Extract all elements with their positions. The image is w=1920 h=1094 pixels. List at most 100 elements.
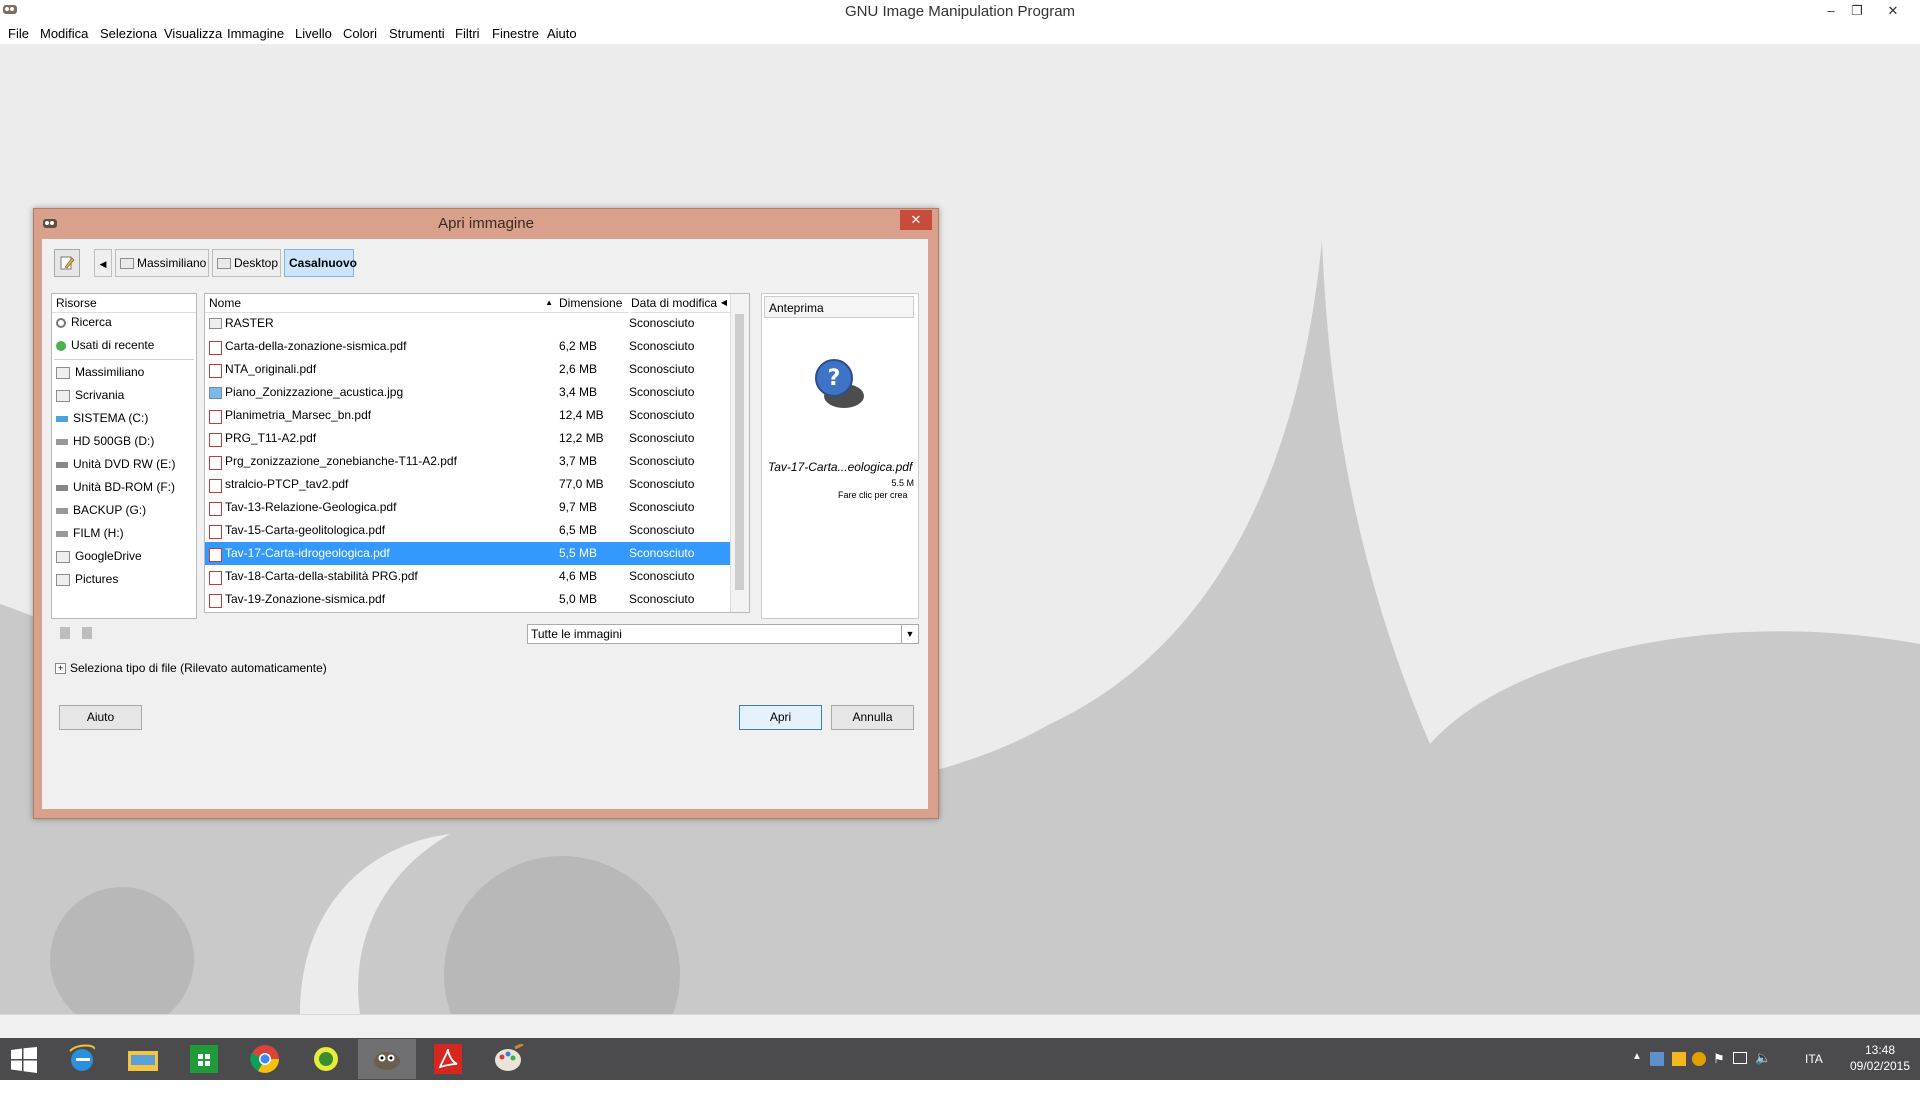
pdf-file-icon (209, 479, 222, 493)
taskbar-paint[interactable] (480, 1039, 538, 1079)
preview-title: Anteprima (764, 296, 914, 318)
taskbar-internet-explorer[interactable] (53, 1039, 111, 1079)
place-film-h[interactable]: FILM (H:) (56, 523, 124, 543)
place-pictures[interactable]: Pictures (56, 569, 118, 589)
file-row[interactable]: PRG_T11-A2.pdf 12,2 MB Sconosciuto (205, 427, 731, 450)
breadcrumb-back-button[interactable]: ◀ (94, 249, 112, 277)
tray-drive-icon[interactable] (1672, 1052, 1686, 1066)
file-row[interactable]: Tav-13-Relazione-Geologica.pdf 9,7 MB Scon… (205, 496, 731, 519)
tray-expand-icon[interactable]: ▲ (1632, 1051, 1642, 1093)
pdf-file-icon (209, 594, 222, 608)
menu-file[interactable]: File (8, 26, 29, 41)
type-location-button[interactable] (54, 249, 80, 277)
file-list-scrollbar[interactable] (730, 294, 749, 612)
file-row[interactable]: Carta-della-zonazione-sismica.pdf 6,2 MB S… (205, 335, 731, 358)
expander-toggle-icon[interactable]: + (55, 663, 66, 674)
place-recent[interactable]: Usati di recente (56, 335, 154, 355)
store-icon (190, 1045, 218, 1073)
menu-aiuto[interactable]: Aiuto (547, 26, 577, 41)
start-button[interactable] (0, 1039, 48, 1079)
drive-icon (56, 415, 68, 422)
file-row[interactable]: Planimetria_Marsec_bn.pdf 12,4 MB Sconosci… (205, 404, 731, 427)
place-sistema-c[interactable]: SISTEMA (C:) (56, 408, 148, 428)
file-row[interactable]: Tav-19-Zonazione-sismica.pdf 5,0 MB Sconos… (205, 588, 731, 611)
file-name: Tav-19-Zonazione-sismica.pdf (225, 592, 386, 606)
network-icon[interactable] (1733, 1052, 1747, 1064)
file-size: 5,0 MB (559, 592, 598, 606)
file-row[interactable]: tavola_11_5000.pdf 6,1 MB Sconosciuto (205, 611, 731, 612)
place-backup-g[interactable]: BACKUP (G:) (56, 500, 146, 520)
file-filter-combo[interactable]: Tutte le immagini ▼ (527, 624, 919, 644)
place-ricerca[interactable]: Ricerca (56, 312, 112, 332)
taskbar-store[interactable] (175, 1039, 233, 1079)
preview-filename: Tav-17-Carta...eologica.pdf (768, 460, 913, 474)
cancel-button[interactable]: Annulla (831, 705, 914, 730)
menu-strumenti[interactable]: Strumenti (389, 26, 445, 41)
input-language[interactable]: ITA (1805, 1052, 1823, 1094)
place-googledrive[interactable]: GoogleDrive (56, 546, 142, 566)
dialog-close-button[interactable]: ✕ (900, 210, 932, 230)
scrollbar-thumb[interactable] (735, 314, 744, 590)
tray-notify-icon[interactable] (1692, 1052, 1706, 1066)
menu-seleziona[interactable]: Seleziona (100, 26, 157, 41)
file-explorer-icon (128, 1051, 158, 1071)
remove-bookmark-icon[interactable] (82, 627, 92, 639)
file-date: Sconosciuto (629, 316, 695, 330)
place-massimiliano[interactable]: Massimiliano (56, 362, 144, 382)
flag-icon[interactable]: ⚑ (1713, 1051, 1725, 1093)
menu-immagine[interactable]: Immagine (227, 26, 284, 41)
file-row[interactable]: RASTER Sconosciuto (205, 312, 731, 335)
taskbar-gimp[interactable] (358, 1039, 416, 1079)
menu-colori[interactable]: Colori (343, 26, 377, 41)
column-date-header[interactable]: Data di modifica ◀ (631, 294, 731, 313)
taskbar-chrome[interactable] (236, 1039, 294, 1079)
menu-finestre[interactable]: Finestre (492, 26, 539, 41)
file-row[interactable]: Tav-18-Carta-della-stabilità PRG.pdf 4,6 … (205, 565, 731, 588)
app-statusbar (0, 1014, 1920, 1039)
file-size: 12,2 MB (559, 431, 604, 445)
breadcrumb-casalnuovo[interactable]: Casalnuovo (284, 249, 357, 277)
menu-modifica[interactable]: Modifica (40, 26, 88, 41)
file-row[interactable]: Tav-17-Carta-idrogeologica.pdf 5,5 MB Scon… (205, 542, 731, 565)
file-date: Sconosciuto (629, 569, 695, 583)
file-row[interactable]: NTA_originali.pdf 2,6 MB Sconosciuto (205, 358, 731, 381)
place-hd-d[interactable]: HD 500GB (D:) (56, 431, 154, 451)
restore-button[interactable]: ❐ (1844, 1, 1870, 21)
edit-location-icon (60, 256, 75, 270)
place-scrivania[interactable]: Scrivania (56, 385, 124, 405)
preview-hint[interactable]: Fare clic per crea (838, 490, 908, 500)
place-bd-f[interactable]: Unità BD-ROM (F:) (56, 477, 175, 497)
file-date: Sconosciuto (629, 500, 695, 514)
file-row[interactable]: Piano_Zonizzazione_acustica.jpg 3,4 MB Sco… (205, 381, 731, 404)
pdf-file-icon (209, 410, 222, 424)
column-size-header[interactable]: Dimensione (559, 294, 629, 313)
open-button[interactable]: Apri (739, 705, 822, 730)
file-row[interactable]: Tav-15-Carta-geolitologica.pdf 6,5 MB Scon… (205, 519, 731, 542)
clock[interactable]: 13:48 09/02/2015 (1844, 1042, 1916, 1084)
tray-app-icon[interactable] (1650, 1052, 1664, 1066)
taskbar-qgis[interactable] (297, 1039, 355, 1079)
taskbar-acrobat[interactable] (419, 1039, 477, 1079)
file-size: 6,1 MB (559, 611, 597, 612)
file-row[interactable]: Prg_zonizzazione_zonebianche-T11-A2.pdf 3… (205, 450, 731, 473)
places-header[interactable]: Risorse (52, 294, 196, 313)
menu-filtri[interactable]: Filtri (455, 26, 480, 41)
minimize-button[interactable]: – (1818, 1, 1844, 21)
volume-icon[interactable]: 🔈 (1755, 1050, 1771, 1092)
file-name: Piano_Zonizzazione_acustica.jpg (225, 385, 404, 399)
breadcrumb-massimiliano[interactable]: Massimiliano (115, 249, 209, 277)
taskbar-file-explorer[interactable] (114, 1039, 172, 1079)
chevron-left-icon: ◀ (99, 259, 107, 269)
help-button[interactable]: Aiuto (59, 705, 142, 730)
filetype-expander-label[interactable]: Seleziona tipo di file (Rilevato automat… (70, 661, 327, 675)
pdf-file-icon (209, 364, 222, 378)
file-row[interactable]: stralcio-PTCP_tav2.pdf 77,0 MB Sconosciuto (205, 473, 731, 496)
preview-size: 5.5 M (891, 478, 914, 488)
place-dvd-e[interactable]: Unità DVD RW (E:) (56, 454, 175, 474)
add-bookmark-icon[interactable] (60, 627, 70, 639)
close-button[interactable]: ✕ (1880, 1, 1906, 21)
column-name-header[interactable]: Nome ▲ (205, 294, 559, 313)
menu-livello[interactable]: Livello (295, 26, 332, 41)
menu-visualizza[interactable]: Visualizza (164, 26, 222, 41)
breadcrumb-desktop[interactable]: Desktop (212, 249, 281, 277)
